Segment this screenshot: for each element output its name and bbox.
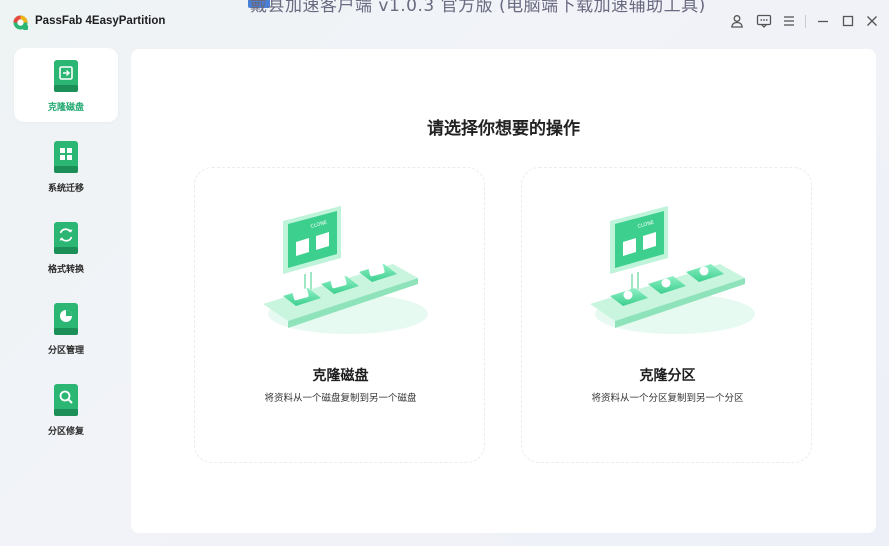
sidebar-item-format-convert[interactable]: 格式转换 xyxy=(14,210,118,284)
maximize-icon[interactable] xyxy=(840,13,856,29)
partition-manage-icon xyxy=(54,303,78,335)
app-logo-icon xyxy=(13,15,28,30)
title-bar: PassFab 4EasyPartition xyxy=(0,0,889,44)
page-title: 请选择你想要的操作 xyxy=(427,119,580,139)
app-title: PassFab 4EasyPartition xyxy=(35,15,166,27)
main-panel: 请选择你想要的操作 CLONE 克隆磁盘 将资料从一个磁盘复制到另一个磁盘 CL… xyxy=(131,49,876,533)
card-description: 将资料从一个磁盘复制到另一个磁盘 xyxy=(264,393,417,404)
close-icon[interactable] xyxy=(864,13,880,29)
sidebar-item-label: 格式转换 xyxy=(47,265,84,275)
titlebar-divider xyxy=(805,15,806,28)
sidebar-item-label: 分区修复 xyxy=(47,427,84,437)
sidebar-item-label: 系统迁移 xyxy=(47,184,84,194)
menu-icon[interactable] xyxy=(781,13,797,29)
sidebar-item-partition-manage[interactable]: 分区管理 xyxy=(14,291,118,365)
minimize-icon[interactable] xyxy=(815,13,831,29)
card-description: 将资料从一个分区复制到另一个分区 xyxy=(591,393,744,404)
format-convert-icon xyxy=(54,222,78,254)
clone-partition-card[interactable]: CLONE 克隆分区 将资料从一个分区复制到另一个分区 xyxy=(521,167,812,463)
partition-repair-icon xyxy=(54,384,78,416)
clone-disk-illustration: CLONE xyxy=(263,206,428,334)
sidebar-item-system-migrate[interactable]: 系统迁移 xyxy=(14,129,118,203)
clone-disk-card[interactable]: CLONE 克隆磁盘 将资料从一个磁盘复制到另一个磁盘 xyxy=(194,167,485,463)
clone-disk-icon xyxy=(54,60,78,92)
clone-partition-illustration: CLONE xyxy=(590,206,755,334)
system-migrate-icon xyxy=(54,141,78,173)
sidebar: 克隆磁盘 系统迁移 格式转换 分区管理 分区修复 xyxy=(0,44,125,546)
feedback-icon[interactable] xyxy=(756,13,772,29)
sidebar-item-clone-disk[interactable]: 克隆磁盘 xyxy=(14,48,118,122)
card-title: 克隆磁盘 xyxy=(312,368,369,384)
sidebar-item-partition-repair[interactable]: 分区修复 xyxy=(14,372,118,446)
card-title: 克隆分区 xyxy=(639,368,696,384)
sidebar-item-label: 分区管理 xyxy=(47,346,84,356)
sidebar-item-label: 克隆磁盘 xyxy=(47,103,84,113)
user-icon[interactable] xyxy=(729,13,745,29)
